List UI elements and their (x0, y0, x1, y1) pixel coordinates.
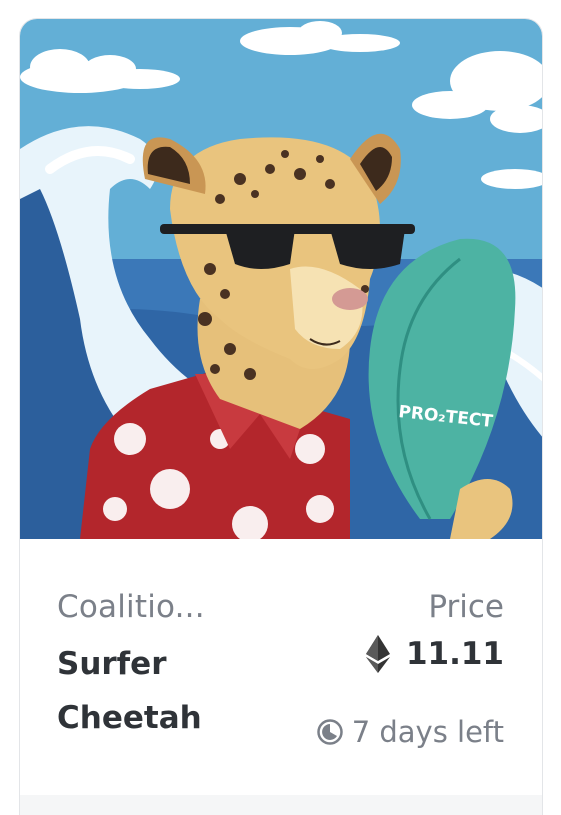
nft-title-line1: Surfer (57, 646, 167, 682)
card-info: Coalitio... Surfer Cheetah Price 11.11 7… (20, 539, 542, 795)
nft-title[interactable]: Surfer Cheetah (57, 637, 277, 745)
clock-icon (316, 719, 343, 745)
time-left-text: 7 days left (351, 715, 504, 749)
price-value: 11.11 (405, 636, 504, 672)
nft-title-line2: Cheetah (57, 700, 202, 736)
ethereum-icon (365, 635, 390, 673)
time-left-row: 7 days left (316, 715, 504, 749)
collection-name[interactable]: Coalitio... (57, 589, 205, 625)
price-label: Price (428, 589, 504, 625)
nft-artwork[interactable]: PRO₂TECT (20, 19, 543, 539)
price-row: 11.11 (365, 635, 504, 673)
card-footer (20, 795, 542, 815)
nft-card[interactable]: PRO₂TECT Coalitio... Surfer Cheetah Pric… (19, 18, 543, 815)
